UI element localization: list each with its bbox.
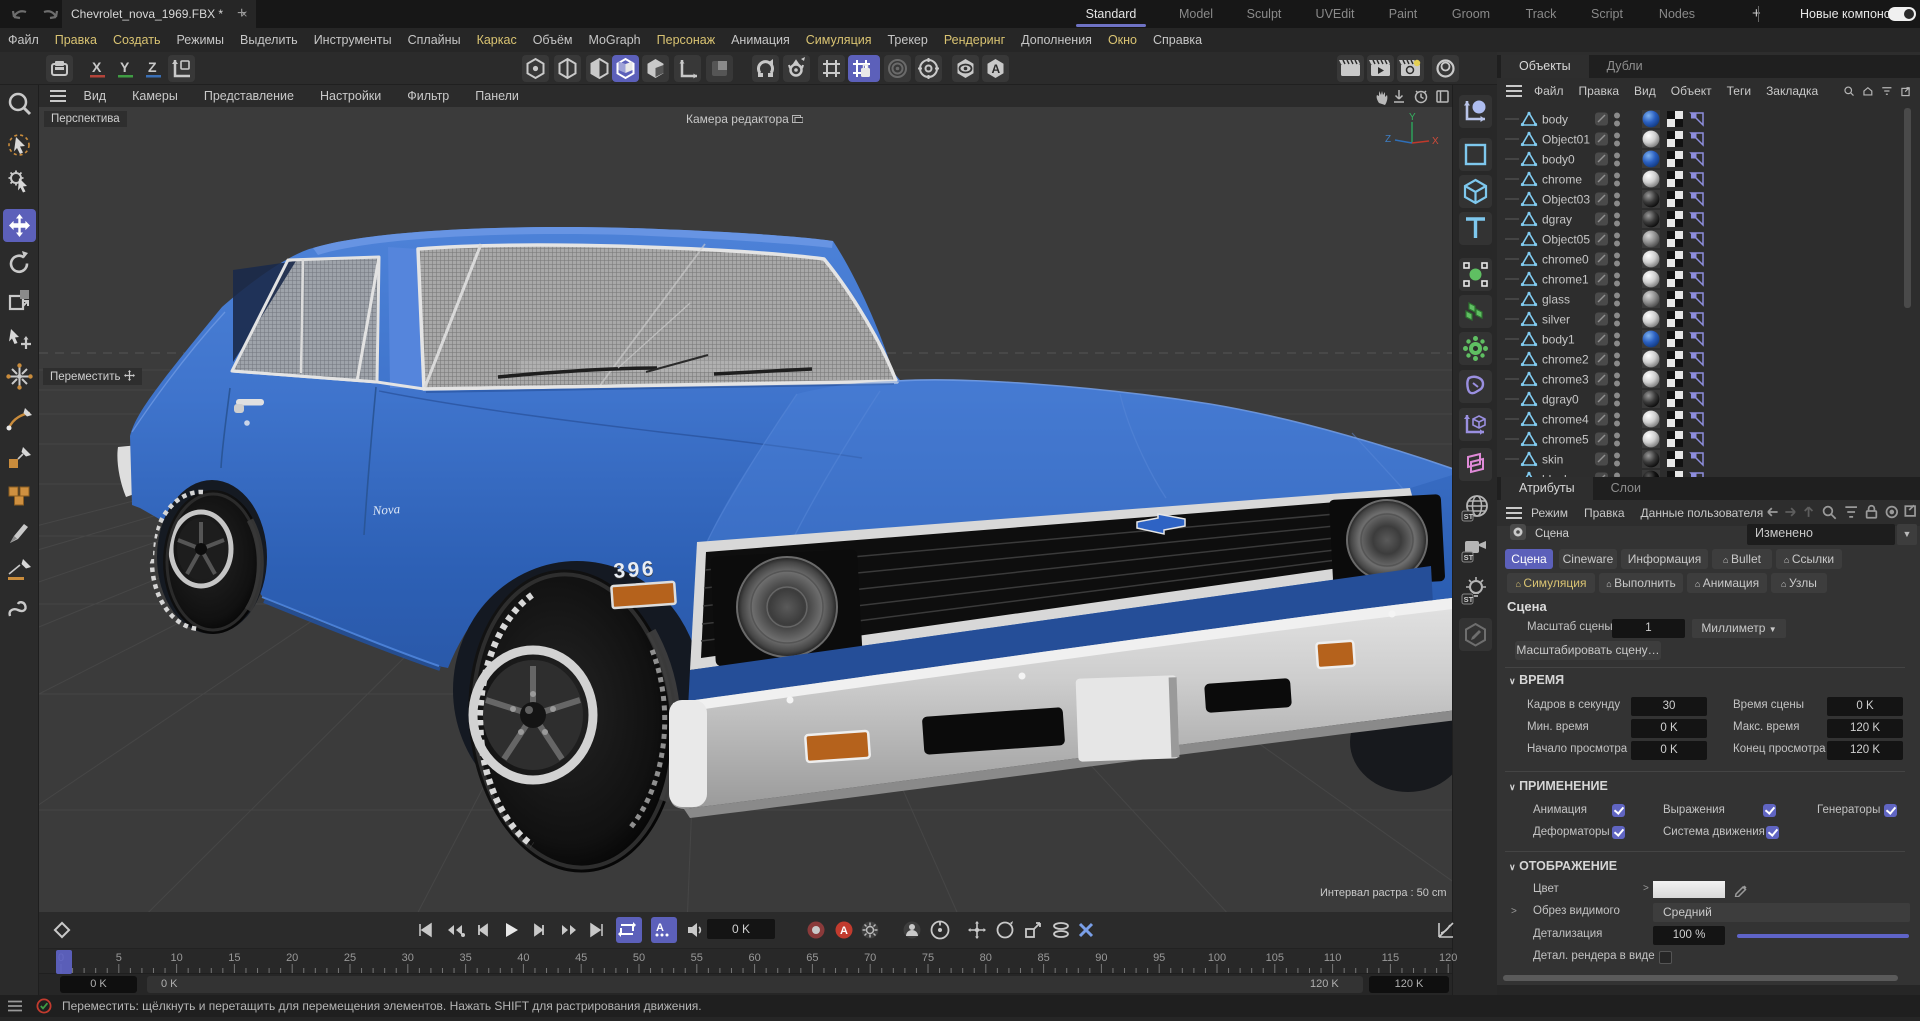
svg-text:Object01: Object01 bbox=[1542, 133, 1590, 147]
svg-text:body0: body0 bbox=[1542, 153, 1575, 167]
svg-text:Y: Y bbox=[1409, 112, 1416, 123]
svg-text:silver: silver bbox=[1542, 313, 1570, 327]
svg-text:chrome5: chrome5 bbox=[1542, 433, 1589, 447]
svg-text:A: A bbox=[840, 925, 848, 937]
svg-text:dgray: dgray bbox=[1542, 213, 1572, 227]
svg-text:396: 396 bbox=[613, 557, 657, 583]
svg-text:Object03: Object03 bbox=[1542, 193, 1590, 207]
svg-text:ST: ST bbox=[1464, 595, 1474, 604]
svg-text:Y: Y bbox=[120, 59, 130, 75]
svg-text:Z: Z bbox=[148, 59, 157, 75]
svg-text:chrome: chrome bbox=[1542, 173, 1582, 187]
svg-text:chrome4: chrome4 bbox=[1542, 413, 1589, 427]
svg-text:body: body bbox=[1542, 113, 1568, 127]
svg-text:ST: ST bbox=[1464, 553, 1474, 562]
svg-text:Object05: Object05 bbox=[1542, 233, 1590, 247]
svg-text:chrome2: chrome2 bbox=[1542, 353, 1589, 367]
svg-text:A: A bbox=[656, 922, 664, 934]
svg-text:body1: body1 bbox=[1542, 333, 1575, 347]
svg-text:A: A bbox=[992, 62, 1001, 76]
svg-text:Z: Z bbox=[1385, 134, 1391, 145]
svg-text:dgray0: dgray0 bbox=[1542, 393, 1579, 407]
svg-text:X: X bbox=[1432, 136, 1439, 147]
svg-text:chrome1: chrome1 bbox=[1542, 273, 1589, 287]
svg-text:chrome3: chrome3 bbox=[1542, 373, 1589, 387]
svg-text:chrome0: chrome0 bbox=[1542, 253, 1589, 267]
svg-text:ST: ST bbox=[1464, 512, 1474, 521]
svg-text:skin: skin bbox=[1542, 453, 1563, 467]
svg-text:X: X bbox=[92, 59, 102, 75]
svg-text:Nova: Nova bbox=[371, 501, 401, 518]
svg-text:glass: glass bbox=[1542, 293, 1570, 307]
